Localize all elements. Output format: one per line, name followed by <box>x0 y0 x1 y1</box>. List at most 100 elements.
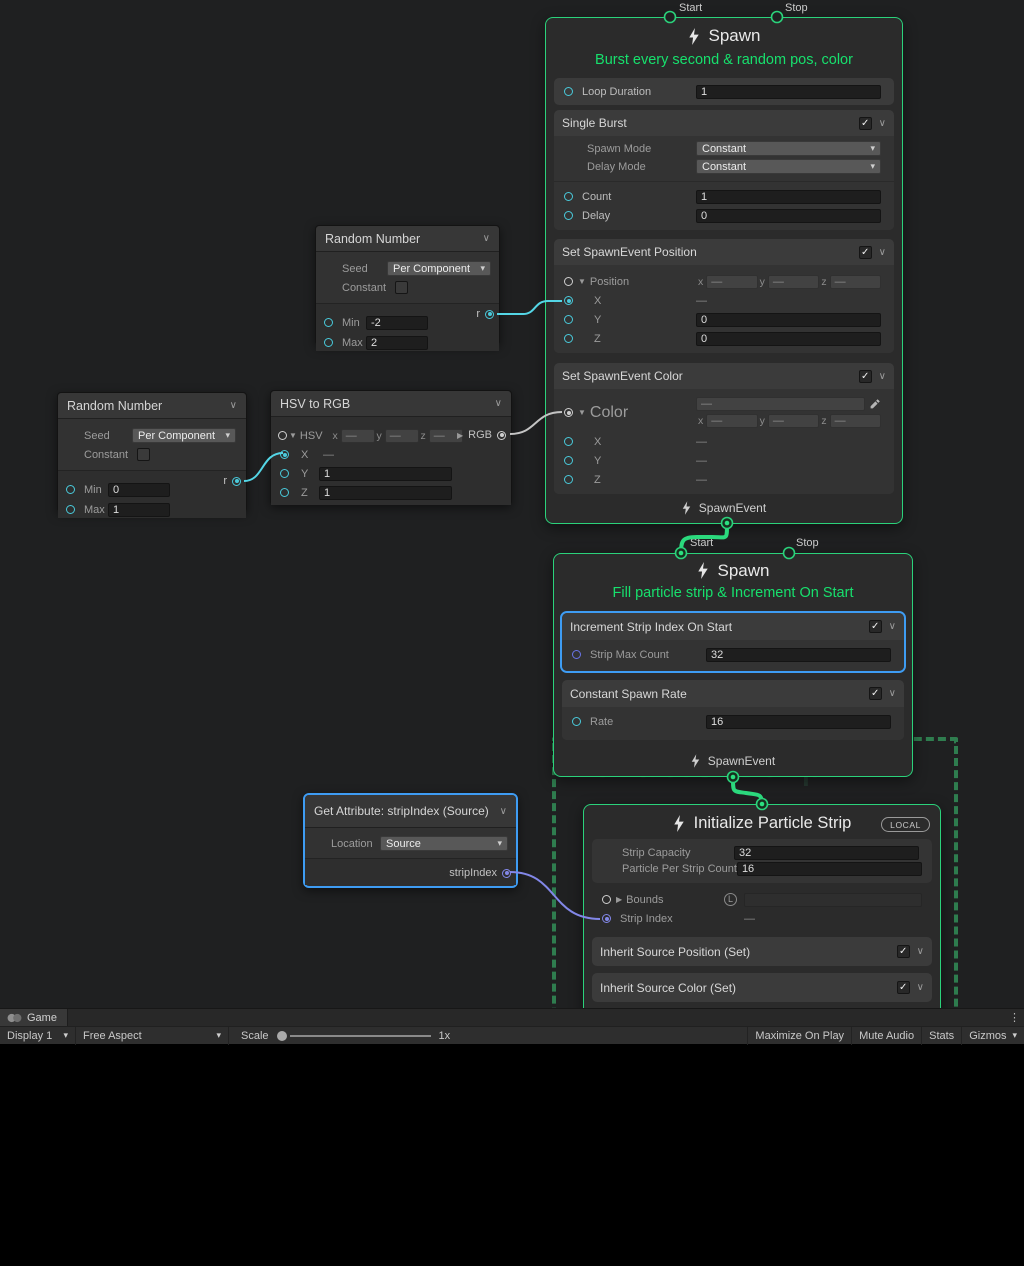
block-single-burst[interactable]: Single Burst ✓ ∨ Spawn Mode Constant▾ De… <box>554 110 894 230</box>
expand-right-icon[interactable]: ▶ <box>616 895 622 904</box>
particle-per-strip-field[interactable]: 16 <box>737 862 922 876</box>
node-random-number-hue[interactable]: Random Number ∨ Seed Per Component▾ Cons… <box>57 392 247 512</box>
position-y-port[interactable] <box>564 315 573 324</box>
node-collapse-chevron[interactable]: ∨ <box>495 398 502 409</box>
node-spawn-burst[interactable]: Spawn Burst every second & random pos, c… <box>545 17 903 524</box>
eyedropper-icon[interactable] <box>869 398 881 410</box>
delay-field[interactable]: 0 <box>696 209 881 223</box>
node-random-number-position[interactable]: Random Number ∨ Seed Per Component▾ Cons… <box>315 225 500 345</box>
block-constant-spawn-rate[interactable]: Constant Spawn Rate ✓ ∨ Rate 16 <box>562 680 904 740</box>
stats-button[interactable]: Stats <box>921 1027 961 1045</box>
y-field[interactable]: 1 <box>319 467 452 481</box>
color-y-port[interactable] <box>564 456 573 465</box>
hsv-x-port[interactable] <box>280 450 289 459</box>
block-enabled-checkbox[interactable]: ✓ <box>869 620 882 633</box>
graph-canvas[interactable]: Particle Strip Start Stop Start Stop Spa… <box>0 0 1024 1008</box>
min-port[interactable] <box>324 318 333 327</box>
spawn-mode-dropdown[interactable]: Constant▾ <box>696 141 881 156</box>
position-z-port[interactable] <box>564 334 573 343</box>
block-inherit-source-position[interactable]: Inherit Source Position (Set) ✓ ∨ <box>592 937 932 966</box>
gizmos-dropdown[interactable]: Gizmos▾ <box>961 1027 1024 1045</box>
expand-down-icon[interactable]: ▼ <box>578 408 586 417</box>
position-x-port[interactable] <box>564 296 573 305</box>
max-field[interactable]: 1 <box>108 503 170 517</box>
block-set-spawnevent-position[interactable]: Set SpawnEvent Position ✓ ∨ ▼ Position x… <box>554 239 894 353</box>
strip-capacity-field[interactable]: 32 <box>734 846 919 860</box>
position-port[interactable] <box>564 277 573 286</box>
color-z-port[interactable] <box>564 475 573 484</box>
block-collapse-chevron[interactable]: ∨ <box>879 247 886 258</box>
random-output-port[interactable] <box>485 310 494 319</box>
node-spawn-strip[interactable]: Spawn Fill particle strip & Increment On… <box>553 553 913 777</box>
block-enabled-checkbox[interactable]: ✓ <box>859 117 872 130</box>
tab-game[interactable]: Game <box>0 1009 68 1026</box>
block-collapse-chevron[interactable]: ∨ <box>879 371 886 382</box>
min-field[interactable]: 0 <box>108 483 170 497</box>
constant-checkbox[interactable] <box>137 448 150 461</box>
node-collapse-chevron[interactable]: ∨ <box>230 400 237 411</box>
expand-down-icon[interactable]: ▼ <box>578 277 586 286</box>
node-collapse-chevron[interactable]: ∨ <box>483 233 490 244</box>
min-field[interactable]: -2 <box>366 316 428 330</box>
y-field[interactable]: 0 <box>696 313 881 327</box>
strip-max-count-field[interactable]: 32 <box>706 648 891 662</box>
strip-index-port[interactable] <box>602 914 611 923</box>
max-port[interactable] <box>66 505 75 514</box>
loop-duration-field[interactable]: 1 <box>696 85 881 99</box>
scale-slider-knob[interactable] <box>277 1031 287 1041</box>
block-enabled-checkbox[interactable]: ✓ <box>869 687 882 700</box>
block-collapse-chevron[interactable]: ∨ <box>889 621 896 632</box>
hsv-y-port[interactable] <box>280 469 289 478</box>
hsv-z-port[interactable] <box>280 488 289 497</box>
color-port[interactable] <box>564 408 573 417</box>
rgb-output-port[interactable] <box>497 431 506 440</box>
aspect-ratio-dropdown[interactable]: Free Aspect▾ <box>76 1027 229 1045</box>
block-collapse-chevron[interactable]: ∨ <box>917 982 924 993</box>
more-options-icon[interactable]: ⋮ <box>1009 1009 1020 1027</box>
expand-down-icon[interactable]: ▼ <box>289 431 297 440</box>
delay-mode-dropdown[interactable]: Constant▾ <box>696 159 881 174</box>
block-collapse-chevron[interactable]: ∨ <box>917 946 924 957</box>
hsv-port[interactable] <box>278 431 287 440</box>
rate-port[interactable] <box>572 717 581 726</box>
color-x-port[interactable] <box>564 437 573 446</box>
block-set-spawnevent-color[interactable]: Set SpawnEvent Color ✓ ∨ ▼ Color — <box>554 363 894 494</box>
seed-dropdown[interactable]: Per Component▾ <box>387 261 491 276</box>
bounds-port[interactable] <box>602 895 611 904</box>
local-space-badge[interactable]: LOCAL <box>881 817 930 832</box>
maximize-on-play-button[interactable]: Maximize On Play <box>747 1027 851 1045</box>
block-collapse-chevron[interactable]: ∨ <box>889 688 896 699</box>
block-enabled-checkbox[interactable]: ✓ <box>897 981 910 994</box>
z-field[interactable]: 0 <box>696 332 881 346</box>
z-field[interactable]: 1 <box>319 486 452 500</box>
loop-duration-port[interactable] <box>564 87 573 96</box>
delay-port[interactable] <box>564 211 573 220</box>
constant-checkbox[interactable] <box>395 281 408 294</box>
random-output-port[interactable] <box>232 477 241 486</box>
display-dropdown[interactable]: Display 1▾ <box>0 1027 76 1045</box>
block-collapse-chevron[interactable]: ∨ <box>879 118 886 129</box>
scale-slider[interactable] <box>277 1027 435 1045</box>
selected-block-outline: Increment Strip Index On Start ✓ ∨ Strip… <box>560 611 906 673</box>
block-enabled-checkbox[interactable]: ✓ <box>897 945 910 958</box>
max-port[interactable] <box>324 338 333 347</box>
strip-index-output-port[interactable] <box>502 869 511 878</box>
block-enabled-checkbox[interactable]: ✓ <box>859 370 872 383</box>
node-collapse-chevron[interactable]: ∨ <box>500 806 507 817</box>
max-field[interactable]: 2 <box>366 336 428 350</box>
seed-dropdown[interactable]: Per Component▾ <box>132 428 236 443</box>
block-inherit-source-color[interactable]: Inherit Source Color (Set) ✓ ∨ <box>592 973 932 1002</box>
count-port[interactable] <box>564 192 573 201</box>
node-hsv-to-rgb[interactable]: HSV to RGB ∨ ▼ HSV x— y— z— X — <box>270 390 512 505</box>
node-initialize-particle-strip[interactable]: Initialize Particle Strip LOCAL Strip Ca… <box>583 804 941 1008</box>
count-field[interactable]: 1 <box>696 190 881 204</box>
min-port[interactable] <box>66 485 75 494</box>
block-increment-strip-index[interactable]: Increment Strip Index On Start ✓ ∨ Strip… <box>562 613 904 671</box>
mute-audio-button[interactable]: Mute Audio <box>851 1027 921 1045</box>
strip-max-count-port[interactable] <box>572 650 581 659</box>
node-get-attribute-strip-index[interactable]: Get Attribute: stripIndex (Source) ∨ Loc… <box>303 793 518 888</box>
game-viewport[interactable] <box>0 1044 1024 1266</box>
rate-field[interactable]: 16 <box>706 715 891 729</box>
block-enabled-checkbox[interactable]: ✓ <box>859 246 872 259</box>
location-dropdown[interactable]: Source▾ <box>380 836 508 851</box>
